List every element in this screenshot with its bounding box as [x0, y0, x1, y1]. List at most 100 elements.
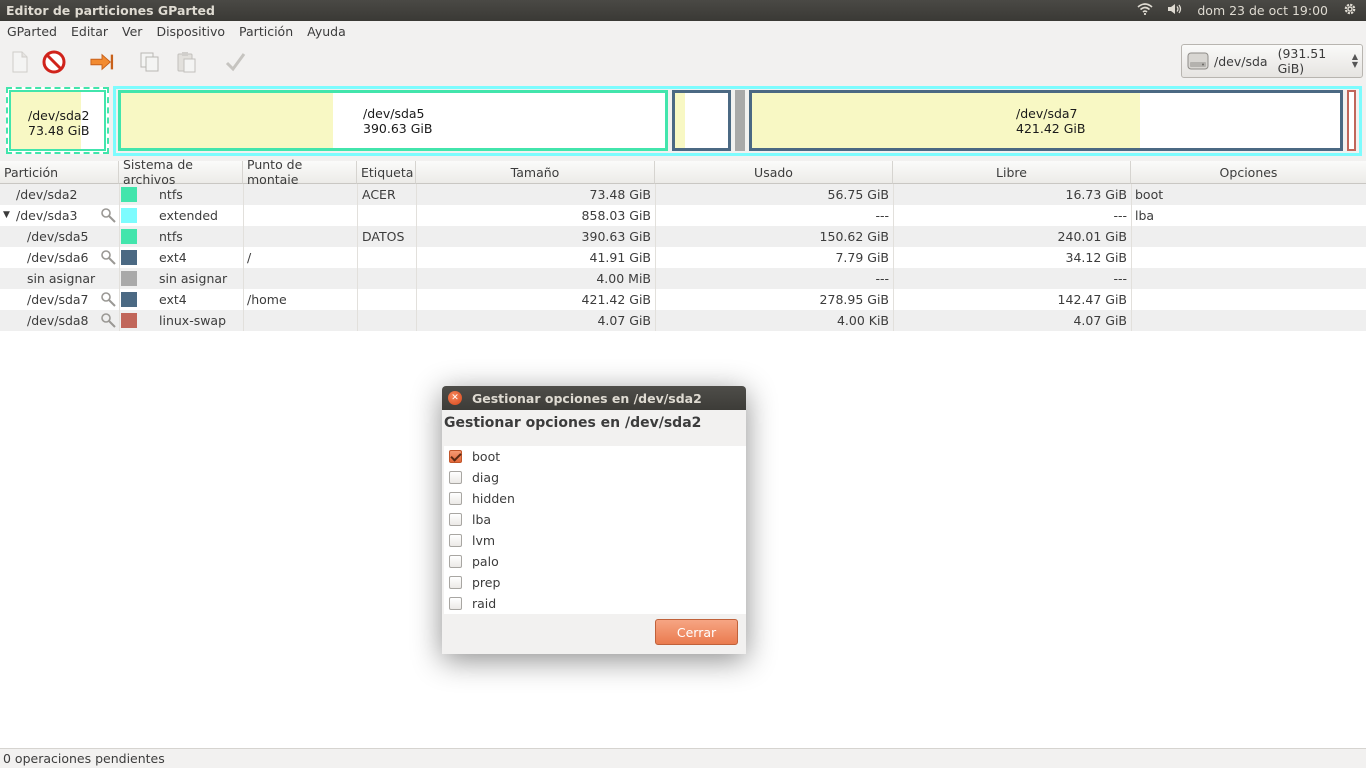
delete-icon[interactable]: [42, 50, 66, 74]
flag-checkbox[interactable]: [449, 471, 462, 484]
volume-icon[interactable]: [1167, 3, 1183, 18]
cell-free: 142.47 GiB: [1057, 292, 1127, 307]
table-row[interactable]: ▼ /dev/sda3 extended 858.03 GiB --- --- lba: [0, 205, 1366, 226]
menu-dispositivo[interactable]: Dispositivo: [149, 24, 232, 39]
table-row[interactable]: /dev/sda2 ntfs ACER 73.48 GiB 56.75 GiB 16.73…: [0, 184, 1366, 205]
status-text: 0 operaciones pendientes: [3, 751, 165, 766]
diskmap-sda5-name: /dev/sda5: [363, 106, 425, 121]
fs-color-swatch: [121, 292, 137, 307]
cell-partition: /dev/sda2: [16, 187, 78, 202]
cell-used: 7.79 GiB: [835, 250, 889, 265]
col-header-opciones[interactable]: Opciones: [1131, 161, 1366, 184]
flag-checkbox[interactable]: [449, 555, 462, 568]
diskmap-sda8[interactable]: [1347, 90, 1356, 151]
flag-item-boot[interactable]: boot: [444, 446, 500, 467]
cell-filesystem: ntfs: [159, 229, 183, 244]
cell-free: ---: [1113, 271, 1127, 286]
flag-label: prep: [472, 575, 501, 590]
diskmap-sda6-used: [675, 93, 686, 148]
flag-item-lba[interactable]: lba: [444, 509, 491, 530]
copy-icon[interactable]: [138, 50, 162, 74]
cell-partition: /dev/sda7: [27, 292, 89, 307]
flag-item-prep[interactable]: prep: [444, 572, 500, 593]
diskmap-sda2-name: /dev/sda2: [28, 108, 90, 123]
col-header-tamano[interactable]: Tamaño: [416, 161, 655, 184]
cell-size: 4.07 GiB: [597, 313, 651, 328]
cell-size: 858.03 GiB: [581, 208, 651, 223]
cell-used: 4.00 KiB: [836, 313, 889, 328]
cell-flags: boot: [1135, 187, 1164, 202]
flag-item-palo[interactable]: palo: [444, 551, 499, 572]
diskmap-unallocated[interactable]: [735, 90, 745, 151]
flag-label: lba: [472, 512, 492, 527]
col-header-etiqueta[interactable]: Etiqueta: [357, 161, 416, 184]
cell-filesystem: extended: [159, 208, 218, 223]
flag-checkbox[interactable]: [449, 534, 462, 547]
status-bar: 0 operaciones pendientes: [0, 748, 1366, 768]
cell-size: 4.00 MiB: [596, 271, 651, 286]
menu-editar[interactable]: Editar: [64, 24, 115, 39]
clock[interactable]: dom 23 de oct 19:00: [1197, 3, 1328, 18]
manage-flags-dialog: ✕ Gestionar opciones en /dev/sda2 Gestio…: [442, 386, 746, 654]
flag-label: raid: [472, 596, 497, 611]
cell-filesystem: ext4: [159, 250, 187, 265]
table-row[interactable]: /dev/sda5 ntfs DATOS 390.63 GiB 150.62 GiB 24…: [0, 226, 1366, 247]
device-selector[interactable]: /dev/sda (931.51 GiB) ▲ ▼: [1181, 44, 1363, 78]
new-partition-icon[interactable]: [8, 50, 32, 74]
gear-icon[interactable]: [1342, 2, 1358, 19]
top-panel: Editor de particiones GParted dom 23 de …: [0, 0, 1366, 21]
cell-free: 16.73 GiB: [1065, 187, 1128, 202]
col-header-montaje[interactable]: Punto de montaje: [243, 157, 357, 187]
flag-list: boot diag hidden lba lvm palo prep raid: [444, 446, 746, 614]
menu-ayuda[interactable]: Ayuda: [300, 24, 353, 39]
diskmap-sda7-name: /dev/sda7: [1016, 106, 1078, 121]
flag-label: hidden: [472, 491, 515, 506]
flag-item-diag[interactable]: diag: [444, 467, 499, 488]
col-header-usado[interactable]: Usado: [655, 161, 893, 184]
dialog-titlebar[interactable]: ✕ Gestionar opciones en /dev/sda2: [442, 386, 746, 410]
close-button[interactable]: Cerrar: [655, 619, 738, 645]
flag-item-hidden[interactable]: hidden: [444, 488, 515, 509]
cell-label: DATOS: [362, 229, 405, 244]
diskmap-sda7[interactable]: /dev/sda7 421.42 GiB: [749, 90, 1343, 151]
table-row[interactable]: /dev/sda7 ext4/home 421.42 GiB 278.95 GiB 14…: [0, 289, 1366, 310]
resize-move-icon[interactable]: [90, 50, 114, 74]
flag-item-raid[interactable]: raid: [444, 593, 496, 614]
col-header-particion[interactable]: Partición: [0, 161, 119, 184]
cell-size: 390.63 GiB: [581, 229, 651, 244]
cell-partition: /dev/sda6: [27, 250, 89, 265]
fs-color-swatch: [121, 208, 137, 223]
flag-label: boot: [472, 449, 501, 464]
menu-particion[interactable]: Partición: [232, 24, 300, 39]
table-row[interactable]: /dev/sda8 linux-swap 4.07 GiB 4.00 KiB 4.07 …: [0, 310, 1366, 331]
menu-gparted[interactable]: GParted: [0, 24, 64, 39]
cell-used: ---: [875, 271, 889, 286]
wifi-icon[interactable]: [1137, 3, 1153, 18]
flag-item-lvm[interactable]: lvm: [444, 530, 495, 551]
diskmap-sda5[interactable]: /dev/sda5 390.63 GiB: [118, 90, 668, 151]
flag-checkbox[interactable]: [449, 576, 462, 589]
flag-label: diag: [472, 470, 500, 485]
flag-checkbox[interactable]: [449, 597, 462, 610]
diskmap-sda6[interactable]: [672, 90, 731, 151]
fs-color-swatch: [121, 229, 137, 244]
col-header-sistema[interactable]: Sistema de archivos: [119, 157, 243, 187]
cell-used: 278.95 GiB: [819, 292, 889, 307]
flag-checkbox[interactable]: [449, 492, 462, 505]
dialog-title: Gestionar opciones en /dev/sda2: [472, 390, 702, 406]
table-row[interactable]: /dev/sda6 ext4 / 41.91 GiB 7.79 GiB 34.12 GiB: [0, 247, 1366, 268]
mounted-key-icon: [100, 291, 116, 307]
disk-map: /dev/sda2 73.48 GiB /dev/sda5 390.63 GiB…: [0, 84, 1366, 158]
diskmap-sda2[interactable]: /dev/sda2 73.48 GiB: [6, 87, 109, 154]
flag-label: lvm: [472, 533, 496, 548]
expander-arrow-icon[interactable]: ▼: [3, 205, 10, 226]
menu-ver[interactable]: Ver: [115, 24, 149, 39]
flag-checkbox[interactable]: [449, 450, 462, 463]
paste-icon[interactable]: [174, 50, 198, 74]
table-row[interactable]: sin asignar sin asignar 4.00 MiB --- ---: [0, 268, 1366, 289]
flag-checkbox[interactable]: [449, 513, 462, 526]
apply-icon[interactable]: [223, 50, 247, 74]
cell-filesystem: sin asignar: [159, 271, 228, 286]
close-icon[interactable]: ✕: [448, 391, 462, 405]
col-header-libre[interactable]: Libre: [893, 161, 1131, 184]
